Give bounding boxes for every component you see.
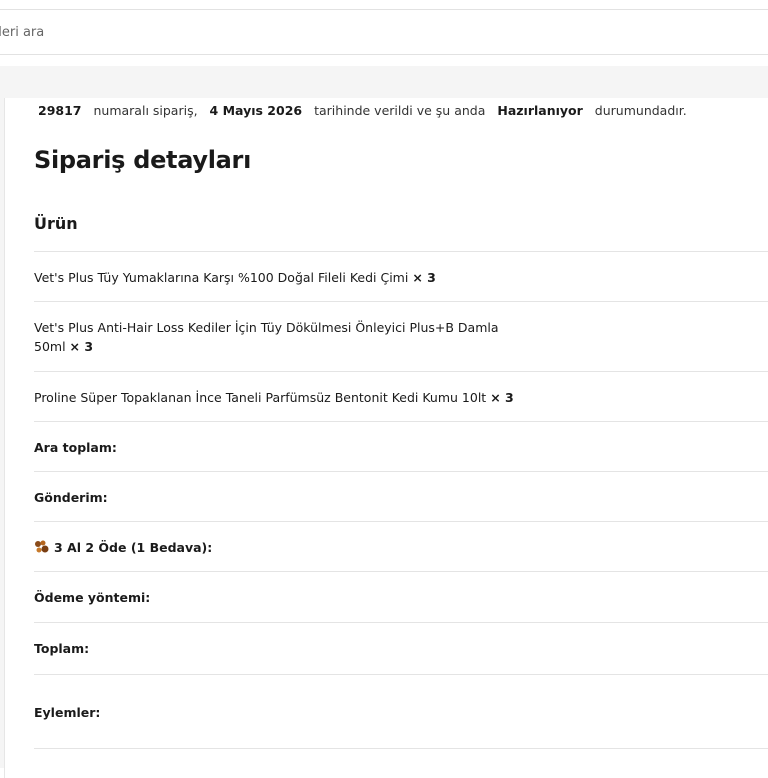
paw-gift-icon <box>34 539 50 558</box>
table-row: Vet's Plus Tüy Yumaklarına Karşı %100 Do… <box>34 251 768 301</box>
total-row: Toplam: <box>34 622 768 674</box>
search-input[interactable] <box>0 10 758 54</box>
notice-text-1: numaralı sipariş, <box>93 103 198 118</box>
order-status: Hazırlanıyor <box>497 103 583 118</box>
promo-row: 3 Al 2 Öde (1 Bedava): <box>34 521 768 571</box>
shipping-label: Gönderim: <box>34 490 108 505</box>
total-label: Toplam: <box>34 641 90 656</box>
actions-label: Eylemler: <box>34 705 101 720</box>
shipping-row: Gönderim: <box>34 471 768 521</box>
page-title: Sipariş detayları <box>34 146 252 174</box>
order-date: 4 Mayıs 2026 <box>209 103 303 118</box>
top-bar <box>0 0 768 66</box>
product-quantity: × 3 <box>412 270 436 285</box>
product-link[interactable]: Proline Süper Topaklanan İnce Taneli Par… <box>34 390 486 405</box>
subtotal-label: Ara toplam: <box>34 440 117 455</box>
column-header-product: Ürün <box>34 214 78 233</box>
subtotal-row: Ara toplam: <box>34 421 768 471</box>
table-row: Vet's Plus Anti-Hair Loss Kediler İçin T… <box>34 301 768 371</box>
product-link[interactable]: Vet's Plus Anti-Hair Loss Kediler İçin T… <box>34 320 499 354</box>
table-bottom-border <box>34 748 768 749</box>
notice-text-3: durumundadır. <box>594 103 687 118</box>
product-quantity: × 3 <box>490 390 514 405</box>
search-box[interactable] <box>0 9 768 55</box>
actions-row: Eylemler: <box>34 674 768 749</box>
table-row: Proline Süper Topaklanan İnce Taneli Par… <box>34 371 768 421</box>
product-quantity: × 3 <box>69 339 94 354</box>
notice-text-2: tarihinde verildi ve şu anda <box>314 103 486 118</box>
order-number: 29817 <box>38 103 82 118</box>
payment-label: Ödeme yöntemi: <box>34 590 151 605</box>
promo-label: 3 Al 2 Öde (1 Bedava): <box>54 540 213 555</box>
order-notice: 29817 numaralı sipariş, 4 Mayıs 2026 tar… <box>38 104 695 118</box>
payment-row: Ödeme yöntemi: <box>34 571 768 621</box>
product-link[interactable]: Vet's Plus Tüy Yumaklarına Karşı %100 Do… <box>34 270 408 285</box>
